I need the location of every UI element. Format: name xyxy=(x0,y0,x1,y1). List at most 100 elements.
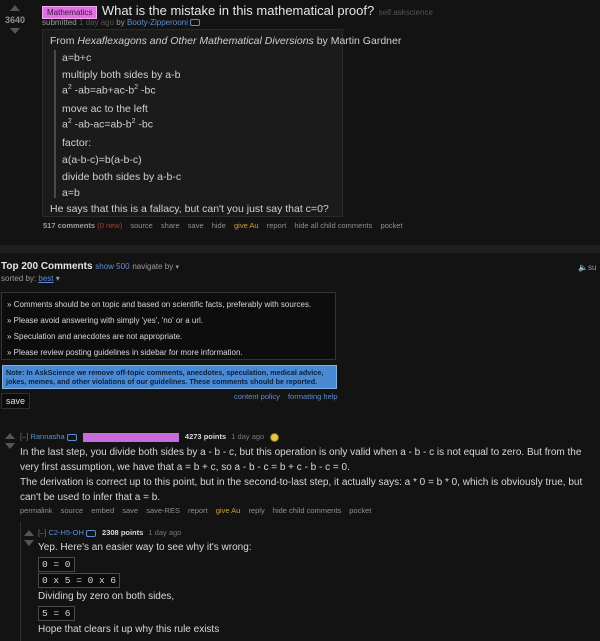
embed-link[interactable]: embed xyxy=(91,506,114,515)
comment-rules-box: » Comments should be on topic and based … xyxy=(1,292,336,360)
quote-line: a2 -ab-ac=ab-b2 -bc xyxy=(62,118,153,131)
post-title[interactable]: What is the mistake in this mathematical… xyxy=(102,3,374,18)
formatting-help-link[interactable]: formatting help xyxy=(288,392,338,401)
comment-paragraph: Yep. Here's an easier way to see why it'… xyxy=(38,542,252,553)
comment-paragraph: In the last step, you divide both sides … xyxy=(20,447,582,473)
award-icon xyxy=(270,432,280,442)
downvote-arrow[interactable] xyxy=(10,28,20,34)
eq-part: -bc xyxy=(135,118,153,131)
rule-text: Please review posting guidelines in side… xyxy=(13,348,243,357)
moderation-note: Note: In AskScience we remove off-topic … xyxy=(2,365,337,389)
message-icon[interactable] xyxy=(85,529,96,537)
navigate-label: navigate by xyxy=(132,262,174,271)
intro-pre: From xyxy=(50,35,78,47)
post-author[interactable]: Booty-Zipperooni xyxy=(127,18,188,27)
hide-link[interactable]: hide xyxy=(212,221,226,230)
collapse-toggle[interactable]: [–] xyxy=(38,528,46,537)
submitted-label: submitted xyxy=(42,18,77,27)
rule-text: Speculation and anecdotes are not approp… xyxy=(13,332,183,341)
quote-line: move ac to the left xyxy=(62,103,148,115)
give-gold-link[interactable]: give Au xyxy=(216,506,241,515)
source-link[interactable]: source xyxy=(61,506,84,515)
post-buttons: 517 comments (0 new) source share save h… xyxy=(43,221,409,230)
upvote-arrow[interactable] xyxy=(10,5,20,11)
reply-link[interactable]: reply xyxy=(248,506,264,515)
comment-points: 4273 points xyxy=(184,432,227,441)
submitted-time: 1 day ago xyxy=(78,18,115,27)
code-block: 5 = 6 xyxy=(38,606,75,621)
post-domain[interactable]: self.askscience xyxy=(379,8,433,17)
quote-line: a(a-b-c)=b(a-b-c) xyxy=(62,154,142,166)
permalink-link[interactable]: permalink xyxy=(20,506,53,515)
show-500-link[interactable]: show 500 xyxy=(95,262,129,271)
comment-author[interactable]: C2-H5-OH xyxy=(48,528,83,537)
new-comments-count: (0 new) xyxy=(97,221,123,230)
message-icon[interactable] xyxy=(66,433,77,441)
subscribe-toggle[interactable]: 🔈su xyxy=(578,263,596,272)
save-link[interactable]: save xyxy=(122,506,138,515)
quote-line: a=b xyxy=(62,187,80,199)
comment-time: 1 day ago xyxy=(231,432,265,441)
comment-tagline: [–] Rannasha 4273 points 1 day ago xyxy=(20,432,280,442)
comment-time: 1 day ago xyxy=(148,528,182,537)
rule-text: Comments should be on topic and based on… xyxy=(13,300,312,309)
pocket-link[interactable]: pocket xyxy=(349,506,371,515)
comments-header-title: Top 200 Comments xyxy=(1,261,93,272)
comment-paragraph: Dividing by zero on both sides, xyxy=(38,591,175,602)
quote-line: factor: xyxy=(62,137,92,149)
speaker-icon: 🔈 xyxy=(578,263,588,272)
sorted-by-label: sorted by: xyxy=(1,274,37,283)
pocket-link[interactable]: pocket xyxy=(380,221,402,230)
eq-part: -bc xyxy=(138,84,156,97)
hide-child-comments-link[interactable]: hide child comments xyxy=(273,506,341,515)
selftext-quote: a=b+c multiply both sides by a-b a2 -ab=… xyxy=(54,50,326,199)
comment-downvote-arrow[interactable] xyxy=(24,540,34,546)
chevron-down-icon[interactable]: ▾ xyxy=(56,274,60,283)
eq-part: -ab-ac=ab-b xyxy=(71,118,132,131)
chevron-down-icon: ▾ xyxy=(175,264,179,271)
subscribe-label: su xyxy=(587,263,597,272)
save-res-link[interactable]: save-RES xyxy=(146,506,180,515)
by-label: by xyxy=(116,18,125,27)
rule-item: » Speculation and anecdotes are not appr… xyxy=(7,332,183,341)
rule-text: Please avoid answering with simply 'yes'… xyxy=(13,316,203,325)
section-divider xyxy=(0,245,600,253)
rule-item: » Please review posting guidelines in si… xyxy=(7,348,243,357)
selftext-outro: He says that this is a fallacy, but can'… xyxy=(50,203,329,215)
quote-line: a2 -ab=ab+ac-b2 -bc xyxy=(62,84,156,97)
comment-tagline: [–] C2-H5-OH 2308 points 1 day ago xyxy=(38,528,181,537)
sort-dropdown[interactable]: best xyxy=(38,274,53,283)
comment-paragraph: Hope that clears it up why this rule exi… xyxy=(38,624,220,635)
comment-downvote-arrow[interactable] xyxy=(5,443,15,449)
quote-line: divide both sides by a-b-c xyxy=(62,171,182,183)
share-link[interactable]: share xyxy=(161,221,180,230)
post-score: 3640 xyxy=(5,15,26,25)
report-link[interactable]: report xyxy=(188,506,208,515)
book-title: Hexaflexagons and Other Mathematical Div… xyxy=(77,35,314,47)
comment-points: 2308 points xyxy=(102,528,144,537)
code-block: 0 x 5 = 0 x 6 xyxy=(38,573,121,588)
report-link[interactable]: report xyxy=(267,221,287,230)
source-link[interactable]: source xyxy=(130,221,153,230)
save-link[interactable]: save xyxy=(188,221,204,230)
quote-line: multiply both sides by a-b xyxy=(62,69,181,81)
navigate-by[interactable]: navigate by ▾ xyxy=(132,262,179,271)
eq-part: -ab=ab+ac-b xyxy=(71,84,135,97)
content-policy-link[interactable]: content policy xyxy=(234,392,280,401)
rule-item: » Comments should be on topic and based … xyxy=(7,300,312,309)
collapse-toggle[interactable]: [–] xyxy=(20,432,28,441)
code-block: 0 = 0 xyxy=(38,557,75,572)
comment-upvote-arrow[interactable] xyxy=(5,433,15,439)
selftext-intro: From Hexaflexagons and Other Mathematica… xyxy=(50,35,401,47)
message-icon[interactable] xyxy=(190,19,201,27)
give-gold-link[interactable]: give Au xyxy=(234,221,259,230)
save-button[interactable]: save xyxy=(1,393,31,409)
comment-buttons: permalink source embed save save-RES rep… xyxy=(20,506,377,515)
comment-author[interactable]: Rannasha xyxy=(30,432,64,441)
hide-all-child-comments-link[interactable]: hide all child comments xyxy=(294,221,372,230)
intro-post: by Martin Gardner xyxy=(313,35,402,47)
user-flair xyxy=(82,432,179,442)
comments-link[interactable]: 517 comments xyxy=(43,221,95,230)
quote-line: a=b+c xyxy=(62,52,92,64)
comment-upvote-arrow[interactable] xyxy=(24,530,34,536)
